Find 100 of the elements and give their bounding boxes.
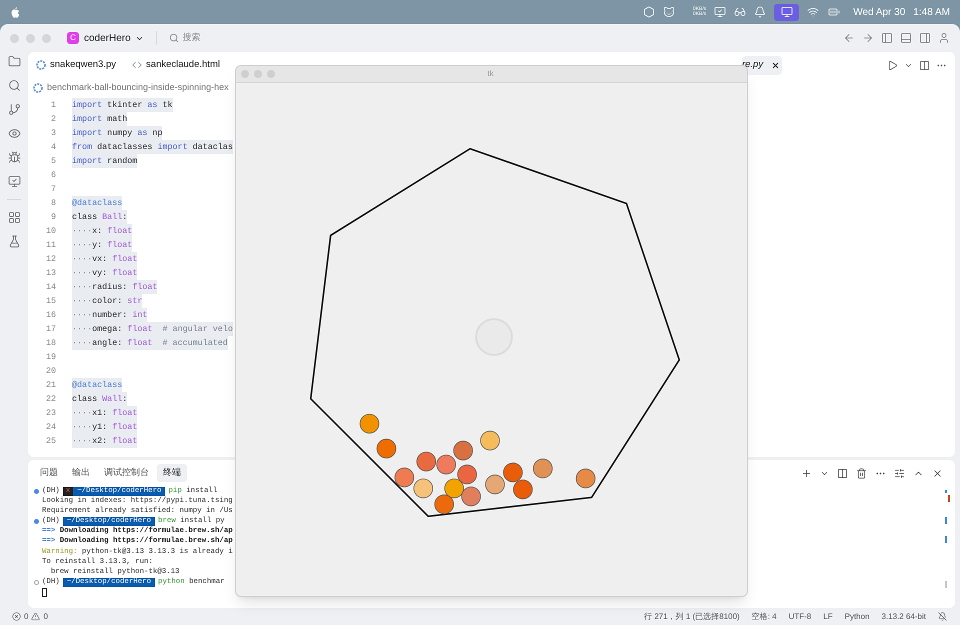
close-icon[interactable] bbox=[932, 468, 943, 478]
file-icon bbox=[33, 83, 43, 93]
ball bbox=[461, 486, 481, 506]
line-ending[interactable]: LF bbox=[823, 610, 833, 622]
search-icon bbox=[168, 33, 179, 43]
error-count[interactable]: 0 bbox=[24, 610, 28, 622]
trash-icon[interactable] bbox=[856, 468, 867, 478]
overview-mark bbox=[945, 517, 947, 524]
line-number: 2 bbox=[50, 112, 56, 126]
line-number: 24 bbox=[44, 420, 56, 434]
line-number: 17 bbox=[44, 322, 56, 336]
line-number: 4 bbox=[50, 140, 56, 154]
ball bbox=[480, 430, 500, 450]
ball bbox=[376, 438, 396, 458]
branch-icon[interactable] bbox=[8, 103, 20, 116]
extensions-icon[interactable] bbox=[8, 211, 20, 224]
line-number: 10 bbox=[44, 224, 56, 238]
line-number: 18 bbox=[44, 336, 56, 350]
file-icon bbox=[36, 60, 46, 70]
glasses-icon[interactable] bbox=[734, 6, 746, 18]
ball bbox=[533, 458, 553, 478]
ball bbox=[485, 474, 505, 494]
project-logo: C bbox=[67, 32, 79, 44]
cursor-position[interactable]: 行 271，列 1 (已选择8100) bbox=[644, 610, 740, 622]
panel-tab[interactable]: 问题 bbox=[34, 464, 64, 482]
line-number: 3 bbox=[50, 126, 56, 140]
language-mode[interactable]: Python bbox=[844, 610, 870, 622]
account-icon[interactable] bbox=[938, 32, 950, 44]
search-field[interactable]: 搜索 bbox=[182, 31, 263, 45]
panel-right-icon[interactable] bbox=[919, 32, 931, 44]
monitor-icon[interactable] bbox=[714, 6, 726, 18]
ball bbox=[503, 462, 523, 482]
warning-icon[interactable] bbox=[31, 612, 40, 621]
bell-icon[interactable] bbox=[754, 6, 766, 18]
overview-mark bbox=[945, 536, 947, 543]
ball bbox=[576, 468, 596, 488]
apple-logo-icon[interactable] bbox=[10, 6, 21, 18]
ball bbox=[513, 480, 533, 500]
editor-tab[interactable]: snakeqwen3.py bbox=[28, 56, 124, 74]
overview-mark bbox=[945, 581, 947, 588]
line-number: 7 bbox=[50, 182, 56, 196]
line-number: 12 bbox=[44, 252, 56, 266]
line-number: 13 bbox=[44, 266, 56, 280]
window-title: tk bbox=[487, 68, 494, 80]
bug-icon[interactable] bbox=[8, 151, 20, 164]
flask-icon[interactable] bbox=[8, 235, 20, 248]
run-icon[interactable] bbox=[887, 60, 898, 70]
forward-icon[interactable] bbox=[862, 32, 874, 44]
battery-icon[interactable] bbox=[827, 6, 842, 18]
ball bbox=[453, 440, 473, 460]
panel-tab[interactable]: 调试控制台 bbox=[98, 464, 155, 482]
line-number: 21 bbox=[44, 378, 56, 392]
project-switcher[interactable]: coderHero bbox=[84, 30, 144, 46]
monitor-icon[interactable] bbox=[8, 175, 20, 188]
encoding[interactable]: UTF-8 bbox=[788, 610, 812, 622]
cat-icon[interactable] bbox=[662, 6, 675, 18]
add-icon[interactable] bbox=[801, 468, 812, 478]
back-icon[interactable] bbox=[843, 32, 855, 44]
bell-off-icon[interactable] bbox=[938, 612, 947, 621]
line-number: 15 bbox=[44, 294, 56, 308]
panel-tab[interactable]: 输出 bbox=[66, 464, 96, 482]
panel-bottom-icon[interactable] bbox=[900, 32, 912, 44]
display-status-item[interactable] bbox=[774, 4, 800, 20]
error-icon[interactable] bbox=[12, 612, 21, 621]
ball bbox=[457, 464, 477, 484]
split-editor-icon[interactable] bbox=[919, 60, 930, 70]
split-terminal-icon[interactable] bbox=[837, 468, 848, 478]
ball bbox=[444, 478, 464, 498]
line-number: 22 bbox=[44, 392, 56, 406]
warning-count[interactable]: 0 bbox=[43, 610, 48, 622]
code-icon bbox=[132, 60, 142, 70]
ball bbox=[416, 452, 436, 472]
sliders-icon[interactable] bbox=[894, 468, 905, 478]
line-number: 1 bbox=[50, 98, 56, 112]
line-number: 9 bbox=[50, 210, 56, 224]
line-number: 20 bbox=[44, 364, 56, 378]
ball bbox=[436, 454, 456, 474]
line-number: 6 bbox=[50, 168, 56, 182]
indentation[interactable]: 空格: 4 bbox=[752, 610, 777, 622]
breadcrumb[interactable]: benchmark-ball-bouncing-inside-spinning-hex bbox=[47, 81, 229, 95]
hexagon-icon[interactable] bbox=[642, 6, 655, 18]
line-number: 5 bbox=[50, 154, 56, 168]
ball bbox=[413, 478, 434, 498]
panel-tab[interactable]: 终端 bbox=[157, 464, 187, 482]
eye-icon[interactable] bbox=[8, 127, 20, 140]
panel-left-icon[interactable] bbox=[881, 32, 893, 44]
line-number: 23 bbox=[44, 406, 56, 420]
editor-tab[interactable]: re.py bbox=[742, 56, 782, 74]
close-icon[interactable] bbox=[771, 60, 780, 70]
interpreter[interactable]: 3.13.2 64-bit bbox=[882, 610, 926, 622]
line-number: 11 bbox=[44, 238, 56, 252]
ball bbox=[360, 414, 380, 434]
line-number: 19 bbox=[44, 350, 56, 364]
search-icon[interactable] bbox=[8, 79, 20, 92]
line-number: 16 bbox=[44, 308, 56, 322]
editor-tab[interactable]: sankeclaude.html bbox=[124, 56, 228, 74]
terminal-cursor bbox=[42, 588, 47, 598]
explorer-icon[interactable] bbox=[8, 55, 20, 68]
line-number: 8 bbox=[50, 196, 56, 210]
monitor-icon bbox=[780, 6, 793, 18]
